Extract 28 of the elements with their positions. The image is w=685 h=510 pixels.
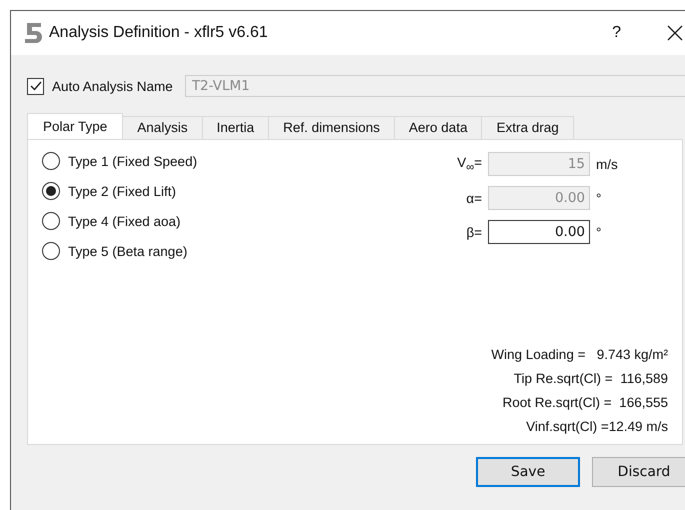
parameter-label: α= [465, 190, 482, 206]
tab[interactable]: Polar Type [27, 113, 124, 139]
close-icon[interactable] [667, 25, 683, 41]
unit-label: m/s [596, 156, 619, 172]
parameter-field[interactable]: 0.00 [488, 220, 590, 244]
radio-label: Type 4 (Fixed aoa) [68, 214, 181, 228]
tab[interactable]: Extra drag [481, 116, 574, 139]
radio-button[interactable] [42, 152, 60, 170]
dialog-button[interactable]: Discard [592, 457, 685, 487]
help-button[interactable]: ? [612, 24, 621, 42]
auto-name-label: Auto Analysis Name [52, 78, 173, 94]
radio-button[interactable] [42, 182, 60, 200]
radio-button[interactable] [42, 212, 60, 230]
result-text: Root Re.sqrt(Cl) = 166,555 [502, 395, 668, 410]
result-text: Wing Loading = 9.743 kg/m² [491, 347, 668, 362]
unit-label: ° [596, 190, 602, 206]
radio-label: Type 2 (Fixed Lift) [68, 184, 176, 198]
result-text: Tip Re.sqrt(Cl) = 116,589 [514, 371, 668, 386]
radio-button[interactable] [42, 242, 60, 260]
unit-label: ° [596, 224, 602, 240]
result-text: Vinf.sqrt(Cl) =12.49 m/s [526, 419, 668, 434]
parameter-label: β= [465, 224, 482, 240]
parameter-label: V$_{∞}$= [456, 154, 482, 174]
radio-label: Type 5 (Beta range) [68, 244, 188, 258]
window-title: Analysis Definition - xflr5 v6.61 [49, 24, 269, 42]
dialog-button[interactable]: Save [476, 457, 580, 487]
check-icon [28, 79, 42, 93]
radio-label: Type 1 (Fixed Speed) [68, 154, 198, 168]
